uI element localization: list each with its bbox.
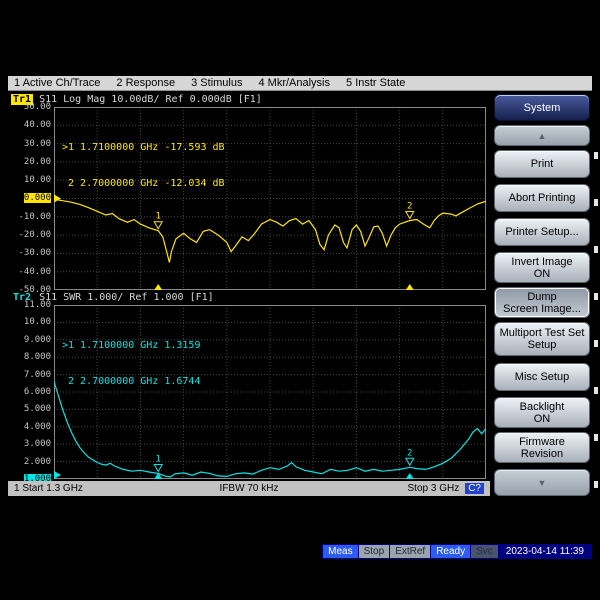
softkey-printer-setup[interactable]: Printer Setup... [494,218,590,246]
trace2-marker2-readout: 2 2.7000000 GHz 1.6744 [62,376,200,388]
trace1-settings: S11 Log Mag 10.00dB/ Ref 0.000dB [F1] [39,94,262,105]
svg-text:1: 1 [155,455,160,465]
y-tick-label: 7.000 [24,370,51,380]
y-tick-label: 8.000 [24,352,51,362]
y-tick-label: 5.000 [24,404,51,414]
trace2-marker-readout: >1 1.7100000 GHz 1.3159 2 2.7000000 GHz … [62,316,200,412]
menu-response[interactable]: 2 Response [116,77,175,89]
softkey-invert-image-label: Invert Image [511,256,572,268]
stimulus-bar: 1 Start 1.3 GHz IFBW 70 kHz Stop 3 GHz C… [8,481,490,496]
softkey-invert-image[interactable]: Invert Image ON [494,252,590,283]
status-extref: ExtRef [390,545,430,558]
y-tick-label: 9.000 [24,335,51,345]
menu-mkr-analysis[interactable]: 4 Mkr/Analysis [258,77,330,89]
trace1-marker1-readout: >1 1.7100000 GHz -17.593 dB [62,142,225,154]
y-tick-label: 11.00 [24,300,51,310]
menu-active-ch-trace[interactable]: 1 Active Ch/Trace [14,77,100,89]
y-tick-label: 50.00 [24,102,51,112]
y-tick-label: 20.00 [24,157,51,167]
trace1-marker2-readout: 2 2.7000000 GHz -12.034 dB [62,178,225,190]
bezel-tick [594,387,598,394]
y-tick-label: 10.00 [24,317,51,327]
menu-bar: 1 Active Ch/Trace 2 Response 3 Stimulus … [8,76,592,91]
y-tick-label: 10.00 [24,175,51,185]
softkey-scroll-down[interactable]: ▼ [494,469,590,496]
softkey-menu-title-system: System [494,94,590,121]
softkey-firmware-revision[interactable]: Firmware Revision [494,432,590,463]
status-svc: Svc [471,545,498,558]
bezel-tick [594,152,598,159]
softkey-invert-image-state: ON [534,268,551,280]
trace2-y-axis: 11.00 10.00 9.000 8.000 7.000 6.000 5.00… [8,300,51,484]
trace2-marker1-readout: >1 1.7100000 GHz 1.3159 [62,340,200,352]
softkey-firmware-label2: Revision [521,448,563,460]
start-frequency: 1 Start 1.3 GHz [14,483,83,494]
status-ready: Ready [431,545,470,558]
arrow-down-icon: ▼ [538,477,547,489]
y-tick-label: -30.00 [18,248,51,258]
trace1-y-axis: 50.00 40.00 30.00 20.00 10.00 0.000 -10.… [8,102,51,295]
y-tick-label: 3.000 [24,439,51,449]
stop-frequency: Stop 3 GHz [408,483,460,494]
softkey-dump-screen-image[interactable]: Dump Screen Image... [494,287,590,318]
instrument-status-bar: Meas Stop ExtRef Ready Svc 2023-04-14 11… [8,544,592,559]
softkey-misc-setup[interactable]: Misc Setup [494,363,590,391]
softkey-abort-printing[interactable]: Abort Printing [494,184,590,212]
menu-instr-state[interactable]: 5 Instr State [346,77,405,89]
trace1-marker-readout: >1 1.7100000 GHz -17.593 dB 2 2.7000000 … [62,118,225,214]
status-meas: Meas [323,545,357,558]
bezel-tick [594,434,598,441]
softkey-multiport-label1: Multiport Test Set [500,327,585,339]
y-tick-label: -20.00 [18,230,51,240]
trace1-ref-level-label: 0.000 [24,193,51,203]
instrument-status-group: Meas Stop ExtRef Ready Svc 2023-04-14 11… [322,544,592,559]
status-stop: Stop [359,545,390,558]
softkey-print[interactable]: Print [494,150,590,178]
bezel-tick [594,340,598,347]
y-tick-label: 30.00 [24,139,51,149]
softkey-multiport-label2: Setup [528,339,557,351]
y-tick-label: 40.00 [24,120,51,130]
bezel-tick [594,246,598,253]
y-tick-label: -10.00 [18,212,51,222]
softkey-scroll-up[interactable]: ▲ [494,125,590,146]
vna-screen: 1 Active Ch/Trace 2 Response 3 Stimulus … [0,0,600,600]
svg-text:2: 2 [407,202,412,212]
softkey-multiport-test-set-setup[interactable]: Multiport Test Set Setup [494,322,590,356]
status-datetime: 2023-04-14 11:39 [499,545,591,558]
bezel-tick [594,199,598,206]
softkey-firmware-label1: Firmware [519,436,565,448]
y-tick-label: 4.000 [24,422,51,432]
arrow-up-icon: ▲ [538,130,547,142]
y-tick-label: -40.00 [18,267,51,277]
bezel-tick [594,293,598,300]
svg-text:2: 2 [407,448,412,458]
softkey-backlight-state: ON [534,413,551,425]
softkey-backlight-label: Backlight [520,401,565,413]
y-tick-label: 2.000 [24,457,51,467]
cal-status-badge: C? [465,483,484,494]
softkey-dump-screen-image-label1: Dump [527,291,556,303]
softkey-dump-screen-image-label2: Screen Image... [503,303,581,315]
bezel-tick [594,481,598,488]
y-tick-label: 6.000 [24,387,51,397]
trace2-settings: S11 SWR 1.000/ Ref 1.000 [F1] [39,292,214,303]
softkey-backlight[interactable]: Backlight ON [494,397,590,428]
menu-stimulus[interactable]: 3 Stimulus [191,77,242,89]
